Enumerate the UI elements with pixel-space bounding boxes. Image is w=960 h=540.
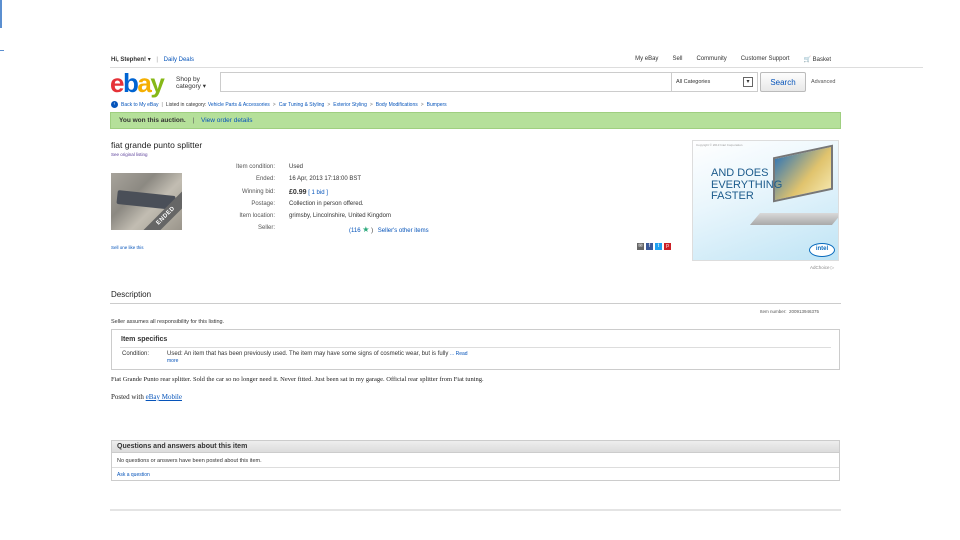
item-location-value: grimsby, Lincolnshire, United Kingdom (289, 213, 391, 219)
window-edge-accent (0, 0, 2, 28)
adchoice-link[interactable]: AdChoice ▷ (810, 265, 834, 271)
adchoice-icon: ▷ (830, 265, 835, 270)
specifics-condition-label: Condition: (122, 351, 150, 357)
specifics-condition-value: Used: An item that has been previously u… (167, 351, 468, 364)
breadcrumb-item[interactable]: Car Tuning & Styling (279, 102, 325, 108)
breadcrumb: ‹ Back to My eBay | Listed in category: … (111, 101, 447, 108)
winning-bid-value: £0.99 (289, 189, 307, 196)
condition-label: Item condition: (235, 164, 275, 170)
description-heading: Description (111, 290, 152, 299)
item-thumbnail[interactable]: ENDED (111, 173, 182, 230)
pinterest-share-icon[interactable]: p (664, 243, 671, 250)
header-links: My eBay Sell Community Customer Support … (635, 56, 831, 63)
header-divider (110, 67, 923, 68)
my-ebay-link[interactable]: My eBay (635, 56, 658, 63)
feedback-star-icon: ★ (362, 225, 370, 234)
intel-advertisement[interactable]: Copyright © 2013 Intel Corporation AND D… (692, 140, 839, 261)
laptop-base-image (749, 213, 838, 225)
seller-feedback-score[interactable]: (116 (349, 228, 361, 234)
ad-headline: AND DOES EVERYTHING FASTER (711, 167, 783, 202)
item-specifics-heading: Item specifics (121, 336, 168, 343)
seller-responsibility-note: Seller assumes all responsibility for th… (111, 319, 225, 325)
twitter-share-icon[interactable]: t (655, 243, 662, 250)
sellers-other-items-link[interactable]: Seller's other items (378, 228, 429, 234)
questions-answers-box: Questions and answers about this item No… (111, 440, 840, 481)
winning-bid-label: Winning bid: (241, 189, 275, 195)
chevron-down-icon: ▾ (743, 77, 753, 87)
community-link[interactable]: Community (696, 56, 726, 63)
see-original-listing-link[interactable]: See original listing (111, 152, 148, 157)
description-divider (110, 303, 841, 304)
header-separator: | (156, 57, 158, 63)
condition-value: Used (289, 164, 304, 170)
email-share-icon[interactable]: ✉ (637, 243, 644, 250)
chevron-down-icon: ▾ (202, 83, 207, 90)
auction-won-banner: You won this auction. | View order detai… (110, 112, 841, 129)
sell-link[interactable]: Sell (672, 56, 682, 63)
ended-label: Ended: (255, 176, 275, 182)
greeting[interactable]: Hi, Stephen! ▾ (111, 57, 151, 63)
view-order-details-link[interactable]: View order details (201, 117, 253, 124)
seller-description: Fiat Grande Punto rear splitter. Sold th… (111, 376, 484, 383)
item-number: Item number: 200913946375 (760, 309, 820, 314)
ended-value: 16 Apr, 2013 17:18:00 BST (289, 176, 362, 182)
daily-deals-link[interactable]: Daily Deals (164, 57, 194, 63)
ad-copyright: Copyright © 2013 Intel Corporation (696, 143, 743, 147)
breadcrumb-item[interactable]: Vehicle Parts & Accessories (208, 102, 270, 108)
postage-label: Postage: (251, 201, 275, 207)
listed-in-label: Listed in category: (165, 101, 207, 108)
posted-with: Posted with eBay Mobile (111, 393, 182, 401)
share-buttons: ✉ f t p (637, 243, 671, 250)
footer-divider (110, 509, 841, 511)
breadcrumb-item[interactable]: Body Modifications (376, 102, 418, 108)
category-select[interactable]: All Categories ▾ (672, 72, 758, 92)
item-location-label: Item location: (239, 213, 275, 219)
search-button[interactable]: Search (760, 72, 806, 92)
back-to-my-ebay-link[interactable]: Back to My eBay (121, 102, 159, 108)
sell-one-like-this-link[interactable]: Sell one like this (111, 245, 144, 250)
qa-heading: Questions and answers about this item (112, 441, 839, 453)
back-arrow-icon[interactable]: ‹ (111, 101, 118, 108)
ask-question-link[interactable]: Ask a question (117, 472, 150, 478)
seller-label: Seller: (257, 225, 275, 231)
basket-icon: 🛒 (803, 57, 811, 63)
postage-value: Collection in person offered. (289, 201, 364, 207)
ebay-logo[interactable]: ebay (110, 70, 165, 96)
breadcrumb-item[interactable]: Bumpers (427, 102, 447, 108)
advanced-search-link[interactable]: Advanced (811, 79, 835, 85)
basket-link[interactable]: 🛒 Basket (804, 56, 832, 63)
item-specifics-box: Item specifics Condition: Used: An item … (111, 329, 840, 370)
intel-logo: intel (809, 243, 835, 257)
shop-by-category[interactable]: Shop by category ▾ (176, 76, 206, 90)
item-title: fiat grande punto splitter (111, 140, 203, 150)
breadcrumb-item[interactable]: Exterior Styling (333, 102, 367, 108)
top-header: Hi, Stephen! ▾ | Daily Deals My eBay Sel… (111, 56, 841, 65)
ebay-mobile-link[interactable]: eBay Mobile (146, 393, 182, 401)
search-input[interactable] (220, 72, 672, 92)
window-edge-accent (0, 50, 4, 51)
won-message: You won this auction. (119, 117, 186, 124)
bid-count-link[interactable]: [ 1 bid ] (308, 190, 328, 196)
qa-empty-message: No questions or answers have been posted… (117, 458, 262, 464)
facebook-share-icon[interactable]: f (646, 243, 653, 250)
customer-support-link[interactable]: Customer Support (741, 56, 790, 63)
